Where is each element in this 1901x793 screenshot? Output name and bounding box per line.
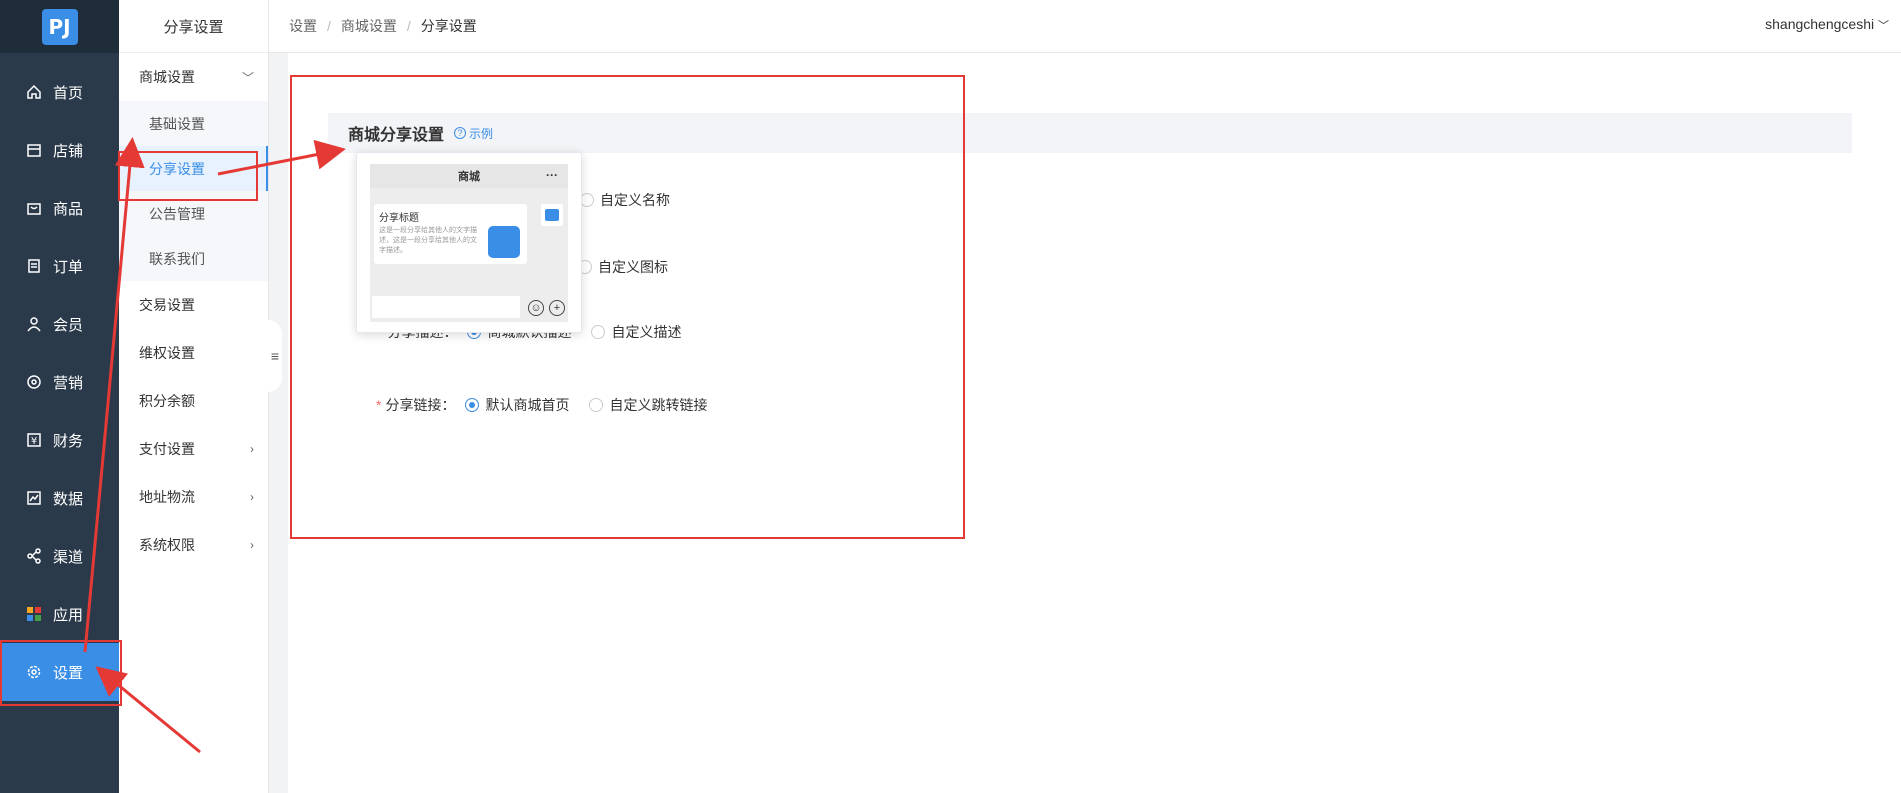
- annotation-arrows: [83, 137, 346, 754]
- arrow-to-settings: [95, 666, 201, 754]
- arrow-to-submenu: [83, 137, 145, 653]
- arrow-to-form: [217, 139, 346, 176]
